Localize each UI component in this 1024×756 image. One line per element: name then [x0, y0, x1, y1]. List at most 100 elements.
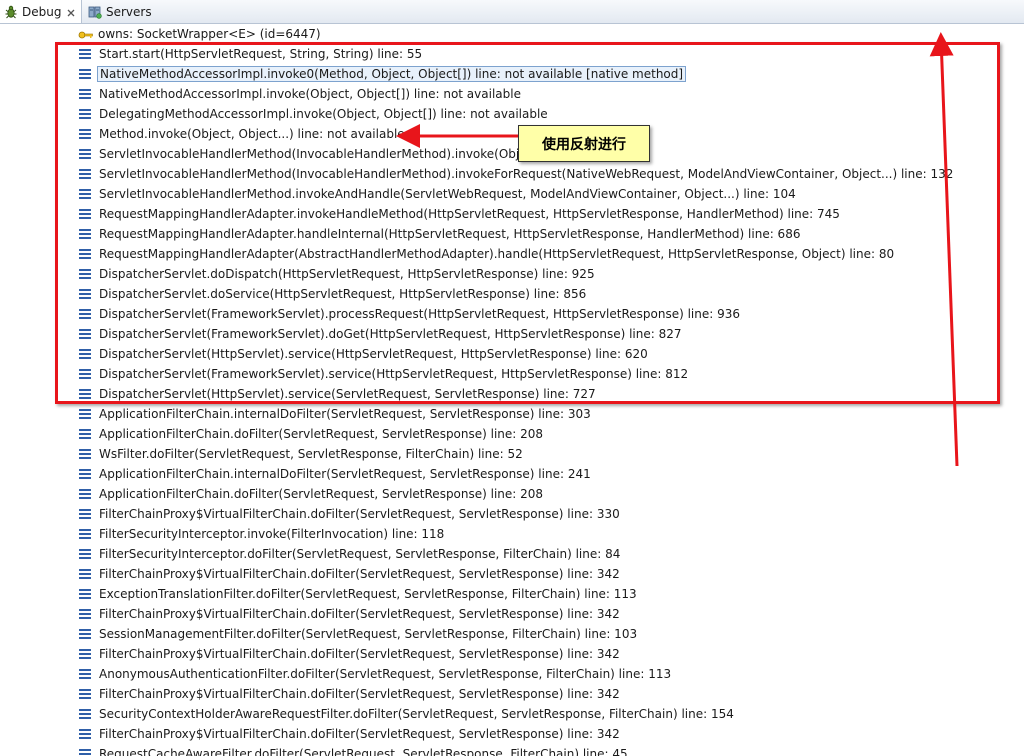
stack-frame-icon	[78, 108, 92, 120]
tab-servers-label: Servers	[106, 4, 152, 19]
tab-debug[interactable]: Debug	[0, 0, 82, 23]
servers-icon	[87, 4, 103, 20]
stack-frame-list: Start.start(HttpServletRequest, String, …	[78, 44, 955, 756]
stack-frame-label: DispatcherServlet(HttpServlet).service(H…	[99, 347, 648, 361]
stack-frame-icon	[78, 248, 92, 260]
stack-frame-icon	[78, 188, 92, 200]
stack-frame-row[interactable]: DispatcherServlet.doDispatch(HttpServlet…	[78, 264, 955, 284]
stack-frame-label: DispatcherServlet(FrameworkServlet).doGe…	[99, 327, 682, 341]
stack-frame-row[interactable]: FilterChainProxy$VirtualFilterChain.doFi…	[78, 684, 955, 704]
stack-frame-row[interactable]: WsFilter.doFilter(ServletRequest, Servle…	[78, 444, 955, 464]
stack-frame-label: DispatcherServlet.doDispatch(HttpServlet…	[99, 267, 595, 281]
stack-frame-label: RequestCacheAwareFilter.doFilter(Servlet…	[99, 747, 628, 756]
stack-frame-label: DispatcherServlet(HttpServlet).service(S…	[99, 387, 596, 401]
stack-frame-label: RequestMappingHandlerAdapter.invokeHandl…	[99, 207, 840, 221]
stack-frame-row[interactable]: ApplicationFilterChain.doFilter(ServletR…	[78, 424, 955, 444]
stack-frame-label: ServletInvocableHandlerMethod(InvocableH…	[99, 167, 954, 181]
stack-frame-label: FilterChainProxy$VirtualFilterChain.doFi…	[99, 507, 620, 521]
stack-frame-label: RequestMappingHandlerAdapter(AbstractHan…	[99, 247, 895, 261]
stack-frame-row[interactable]: FilterChainProxy$VirtualFilterChain.doFi…	[78, 644, 955, 664]
stack-frame-row[interactable]: FilterChainProxy$VirtualFilterChain.doFi…	[78, 604, 955, 624]
stack-frame-row[interactable]: DelegatingMethodAccessorImpl.invoke(Obje…	[78, 104, 955, 124]
stack-frame-row[interactable]: RequestMappingHandlerAdapter.handleInter…	[78, 224, 955, 244]
stack-frame-label: FilterChainProxy$VirtualFilterChain.doFi…	[99, 687, 620, 701]
stack-frame-label: DispatcherServlet(FrameworkServlet).proc…	[99, 307, 741, 321]
debug-stack-tree: owns: SocketWrapper<E> (id=6447) Start.s…	[0, 24, 1024, 756]
debug-bug-icon	[3, 4, 19, 20]
stack-frame-label: FilterSecurityInterceptor.doFilter(Servl…	[99, 547, 621, 561]
stack-frame-row[interactable]: DispatcherServlet(HttpServlet).service(H…	[78, 344, 955, 364]
stack-frame-label: RequestMappingHandlerAdapter.handleInter…	[99, 227, 801, 241]
stack-frame-icon	[78, 508, 92, 520]
stack-frame-icon	[78, 48, 92, 60]
stack-frame-icon	[78, 468, 92, 480]
stack-frame-row[interactable]: AnonymousAuthenticationFilter.doFilter(S…	[78, 664, 955, 684]
stack-frame-row[interactable]: NativeMethodAccessorImpl.invoke0(Method,…	[78, 64, 955, 84]
stack-frame-icon	[78, 148, 92, 160]
stack-frame-icon	[78, 68, 92, 80]
stack-frame-row[interactable]: RequestMappingHandlerAdapter(AbstractHan…	[78, 244, 955, 264]
stack-frame-icon	[78, 348, 92, 360]
stack-frame-row[interactable]: ApplicationFilterChain.doFilter(ServletR…	[78, 484, 955, 504]
stack-frame-row[interactable]: Method.invoke(Object, Object...) line: n…	[78, 124, 955, 144]
stack-frame-row[interactable]: Start.start(HttpServletRequest, String, …	[78, 44, 955, 64]
stack-frame-row[interactable]: SessionManagementFilter.doFilter(Servlet…	[78, 624, 955, 644]
stack-frame-icon	[78, 688, 92, 700]
stack-frame-row[interactable]: DispatcherServlet(FrameworkServlet).serv…	[78, 364, 955, 384]
stack-frame-row[interactable]: ApplicationFilterChain.internalDoFilter(…	[78, 464, 955, 484]
stack-frame-row[interactable]: RequestMappingHandlerAdapter.invokeHandl…	[78, 204, 955, 224]
stack-frame-row[interactable]: ServletInvocableHandlerMethod.invokeAndH…	[78, 184, 955, 204]
stack-frame-icon	[78, 648, 92, 660]
stack-frame-label: FilterChainProxy$VirtualFilterChain.doFi…	[99, 567, 620, 581]
stack-frame-row[interactable]: ServletInvocableHandlerMethod(InvocableH…	[78, 164, 955, 184]
stack-frame-label: AnonymousAuthenticationFilter.doFilter(S…	[99, 667, 672, 681]
stack-frame-icon	[78, 288, 92, 300]
stack-frame-icon	[78, 268, 92, 280]
stack-frame-row[interactable]: NativeMethodAccessorImpl.invoke(Object, …	[78, 84, 955, 104]
stack-frame-label: NativeMethodAccessorImpl.invoke0(Method,…	[97, 66, 687, 82]
stack-frame-row[interactable]: FilterChainProxy$VirtualFilterChain.doFi…	[78, 724, 955, 744]
stack-frame-icon	[78, 168, 92, 180]
stack-frame-row[interactable]: ExceptionTranslationFilter.doFilter(Serv…	[78, 584, 955, 604]
stack-frame-icon	[78, 408, 92, 420]
stack-frame-icon	[78, 588, 92, 600]
stack-frame-row[interactable]: ServletInvocableHandlerMethod(InvocableH…	[78, 144, 955, 164]
stack-frame-label: ApplicationFilterChain.internalDoFilter(…	[99, 407, 591, 421]
stack-frame-row[interactable]: FilterSecurityInterceptor.invoke(FilterI…	[78, 524, 955, 544]
stack-frame-label: Method.invoke(Object, Object...) line: n…	[99, 127, 405, 141]
stack-frame-icon	[78, 748, 92, 756]
owns-label: owns: SocketWrapper<E> (id=6447)	[98, 27, 321, 41]
stack-frame-icon	[78, 388, 92, 400]
stack-frame-icon	[78, 528, 92, 540]
stack-frame-row[interactable]: DispatcherServlet(FrameworkServlet).doGe…	[78, 324, 955, 344]
stack-frame-icon	[78, 448, 92, 460]
stack-frame-row[interactable]: FilterChainProxy$VirtualFilterChain.doFi…	[78, 504, 955, 524]
close-icon[interactable]	[66, 7, 76, 17]
tab-servers[interactable]: Servers	[84, 0, 174, 23]
stack-frame-label: ServletInvocableHandlerMethod.invokeAndH…	[99, 187, 796, 201]
stack-frame-label: Start.start(HttpServletRequest, String, …	[99, 47, 423, 61]
stack-frame-icon	[78, 208, 92, 220]
stack-frame-row[interactable]: RequestCacheAwareFilter.doFilter(Servlet…	[78, 744, 955, 756]
stack-frame-icon	[78, 88, 92, 100]
stack-frame-icon	[78, 568, 92, 580]
stack-frame-row[interactable]: SecurityContextHolderAwareRequestFilter.…	[78, 704, 955, 724]
stack-frame-label: DispatcherServlet(FrameworkServlet).serv…	[99, 367, 689, 381]
owns-monitor-row[interactable]: owns: SocketWrapper<E> (id=6447)	[78, 26, 321, 42]
view-tab-bar: Debug Servers	[0, 0, 1024, 24]
stack-frame-row[interactable]: ApplicationFilterChain.internalDoFilter(…	[78, 404, 955, 424]
tab-debug-label: Debug	[22, 4, 62, 19]
stack-frame-row[interactable]: FilterChainProxy$VirtualFilterChain.doFi…	[78, 564, 955, 584]
stack-frame-label: FilterSecurityInterceptor.invoke(FilterI…	[99, 527, 445, 541]
stack-frame-row[interactable]: DispatcherServlet.doService(HttpServletR…	[78, 284, 955, 304]
stack-frame-row[interactable]: DispatcherServlet(FrameworkServlet).proc…	[78, 304, 955, 324]
stack-frame-icon	[78, 368, 92, 380]
stack-frame-label: NativeMethodAccessorImpl.invoke(Object, …	[99, 87, 521, 101]
key-icon	[78, 29, 94, 39]
stack-frame-icon	[78, 428, 92, 440]
stack-frame-icon	[78, 128, 92, 140]
stack-frame-label: ApplicationFilterChain.doFilter(ServletR…	[99, 487, 544, 501]
stack-frame-row[interactable]: DispatcherServlet(HttpServlet).service(S…	[78, 384, 955, 404]
stack-frame-row[interactable]: FilterSecurityInterceptor.doFilter(Servl…	[78, 544, 955, 564]
stack-frame-icon	[78, 668, 92, 680]
